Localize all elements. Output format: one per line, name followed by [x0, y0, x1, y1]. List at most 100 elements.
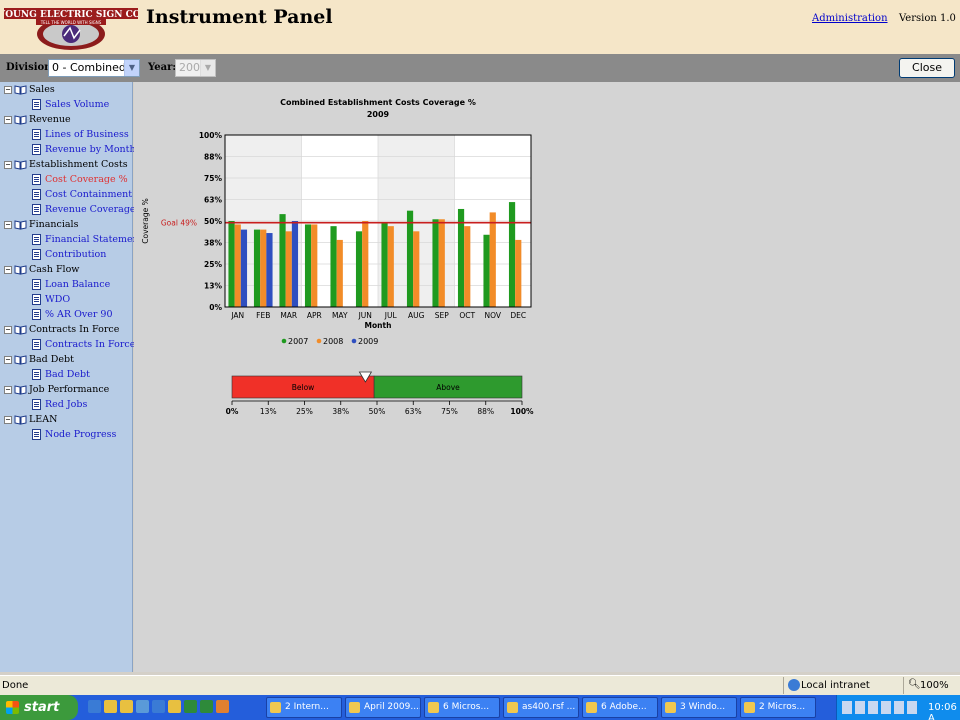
taskbar-button[interactable]: 2 Micros...	[740, 697, 816, 718]
document-icon	[32, 189, 41, 200]
tree-group[interactable]: − Establishment Costs	[4, 159, 128, 173]
tree-item[interactable]: % AR Over 90	[32, 309, 113, 323]
gauge-segment-label: Above	[436, 383, 460, 392]
gauge-tick-label: 50%	[369, 407, 386, 416]
collapse-icon[interactable]: −	[4, 220, 12, 229]
division-select[interactable]: 0 - Combined ▼	[48, 59, 140, 77]
tree-item[interactable]: WDO	[32, 294, 70, 308]
open-book-icon	[14, 415, 27, 425]
taskbar-button[interactable]: April 2009....	[345, 697, 421, 718]
tree-item-label: Contribution	[45, 249, 107, 260]
zoom-level[interactable]: 100%	[920, 680, 949, 691]
tree-item-label: Financial Statements	[45, 234, 148, 245]
document-icon	[32, 99, 41, 110]
bar	[432, 219, 439, 307]
page-title: Instrument Panel	[146, 6, 333, 28]
taskbar-button[interactable]: as400.rsf ...	[503, 697, 579, 718]
zoom-icon[interactable]: 🔍︎	[908, 679, 921, 690]
system-tray: 10:06 A	[836, 695, 960, 720]
tree-item[interactable]: Red Jobs	[32, 399, 87, 413]
tree-group[interactable]: − Financials	[4, 219, 78, 233]
start-button[interactable]: start	[0, 695, 78, 720]
legend-label: 2007	[288, 337, 308, 346]
collapse-icon[interactable]: −	[4, 115, 12, 124]
tree-group-label: Financials	[29, 219, 79, 230]
bar	[336, 239, 343, 307]
zone-text: Local intranet	[801, 680, 870, 691]
tree-group[interactable]: − Job Performance	[4, 384, 109, 398]
tree-item[interactable]: Revenue Coverage	[32, 204, 136, 218]
y-tick-label: 88%	[204, 153, 222, 162]
administration-link[interactable]: Administration	[812, 13, 888, 24]
gauge-tick-label: 0%	[226, 407, 239, 416]
clock[interactable]: 10:06 A	[928, 702, 960, 720]
tree-item[interactable]: Cost Containment	[32, 189, 132, 203]
tree-group[interactable]: − Revenue	[4, 114, 71, 128]
tree-item[interactable]: Financial Statements	[32, 234, 147, 248]
tree-item-label: Loan Balance	[45, 279, 111, 290]
quick-launch-icon[interactable]	[216, 700, 229, 713]
tree-item[interactable]: Bad Debt	[32, 369, 90, 383]
tree-item[interactable]: Loan Balance	[32, 279, 110, 293]
quick-launch-icon[interactable]	[152, 700, 165, 713]
taskbar-button[interactable]: 2 Intern...	[266, 697, 342, 718]
tree-group[interactable]: − Cash Flow	[4, 264, 79, 278]
legend-label: 2009	[358, 337, 378, 346]
tree-item-label: Lines of Business	[45, 129, 129, 140]
chart-subtitle: 2009	[367, 110, 390, 119]
logo-text: YOUNG ELECTRIC SIGN CO.	[4, 10, 138, 20]
gauge-segment-label: Below	[292, 383, 315, 392]
tree-group[interactable]: − Contracts In Force	[4, 324, 119, 338]
taskbar-button-label: 6 Micros...	[443, 702, 490, 712]
tree-group[interactable]: − Bad Debt	[4, 354, 74, 368]
sidebar-tree: − Sales Sales Volume − Revenue Lines of Busin…	[0, 82, 147, 672]
gauge-tick-label: 75%	[441, 407, 458, 416]
y-tick-label: 63%	[204, 196, 222, 205]
open-book-icon	[14, 115, 27, 125]
bar	[291, 221, 299, 307]
tree-item[interactable]: Contracts In Force	[32, 339, 135, 353]
collapse-icon[interactable]: −	[4, 415, 12, 424]
bar	[304, 224, 312, 307]
gauge-tick-label: 100%	[510, 407, 534, 416]
quick-launch-icon[interactable]	[168, 700, 181, 713]
tree-item[interactable]: Cost Coverage %	[32, 174, 128, 188]
collapse-icon[interactable]: −	[4, 265, 12, 274]
quick-launch-icon[interactable]	[120, 700, 133, 713]
bar	[387, 226, 394, 307]
collapse-icon[interactable]: −	[4, 85, 12, 94]
legend-marker	[316, 338, 322, 344]
x-tick-label: JUL	[384, 311, 398, 320]
tree-item[interactable]: Sales Volume	[32, 99, 109, 113]
taskbar-button-label: as400.rsf ...	[522, 702, 576, 712]
collapse-icon[interactable]: −	[4, 160, 12, 169]
toolbar: Division: 0 - Combined ▼ Year: 2009 ▼	[0, 54, 960, 82]
collapse-icon[interactable]: −	[4, 355, 12, 364]
tree-item[interactable]: Lines of Business	[32, 129, 129, 143]
app-icon	[665, 702, 676, 713]
tree-group[interactable]: − LEAN	[4, 414, 57, 428]
chevron-down-icon[interactable]: ▼	[124, 60, 139, 76]
version-label: Version 1.0	[899, 13, 956, 24]
tree-item-label: WDO	[45, 294, 71, 305]
tree-group[interactable]: − Sales	[4, 84, 55, 98]
document-icon	[32, 429, 41, 440]
collapse-icon[interactable]: −	[4, 325, 12, 334]
quick-launch-icon[interactable]	[136, 700, 149, 713]
tree-item[interactable]: Revenue by Month	[32, 144, 136, 158]
quick-launch-icon[interactable]	[184, 700, 197, 713]
taskbar-button[interactable]: 6 Adobe...	[582, 697, 658, 718]
taskbar-button[interactable]: 3 Windo...	[661, 697, 737, 718]
x-tick-label: FEB	[256, 311, 270, 320]
quick-launch-icon[interactable]	[200, 700, 213, 713]
quick-launch-icon[interactable]	[104, 700, 117, 713]
year-label: Year:	[148, 62, 177, 73]
taskbar-button[interactable]: 6 Micros...	[424, 697, 500, 718]
quick-launch-icon[interactable]	[88, 700, 101, 713]
logo-tagline: TELL THE WORLD WITH SIGNS	[40, 20, 102, 25]
close-button[interactable]: Close	[899, 58, 955, 78]
collapse-icon[interactable]: −	[4, 385, 12, 394]
tree-item[interactable]: Node Progress	[32, 429, 116, 443]
y-tick-label: 25%	[204, 260, 222, 269]
tree-item[interactable]: Contribution	[32, 249, 106, 263]
